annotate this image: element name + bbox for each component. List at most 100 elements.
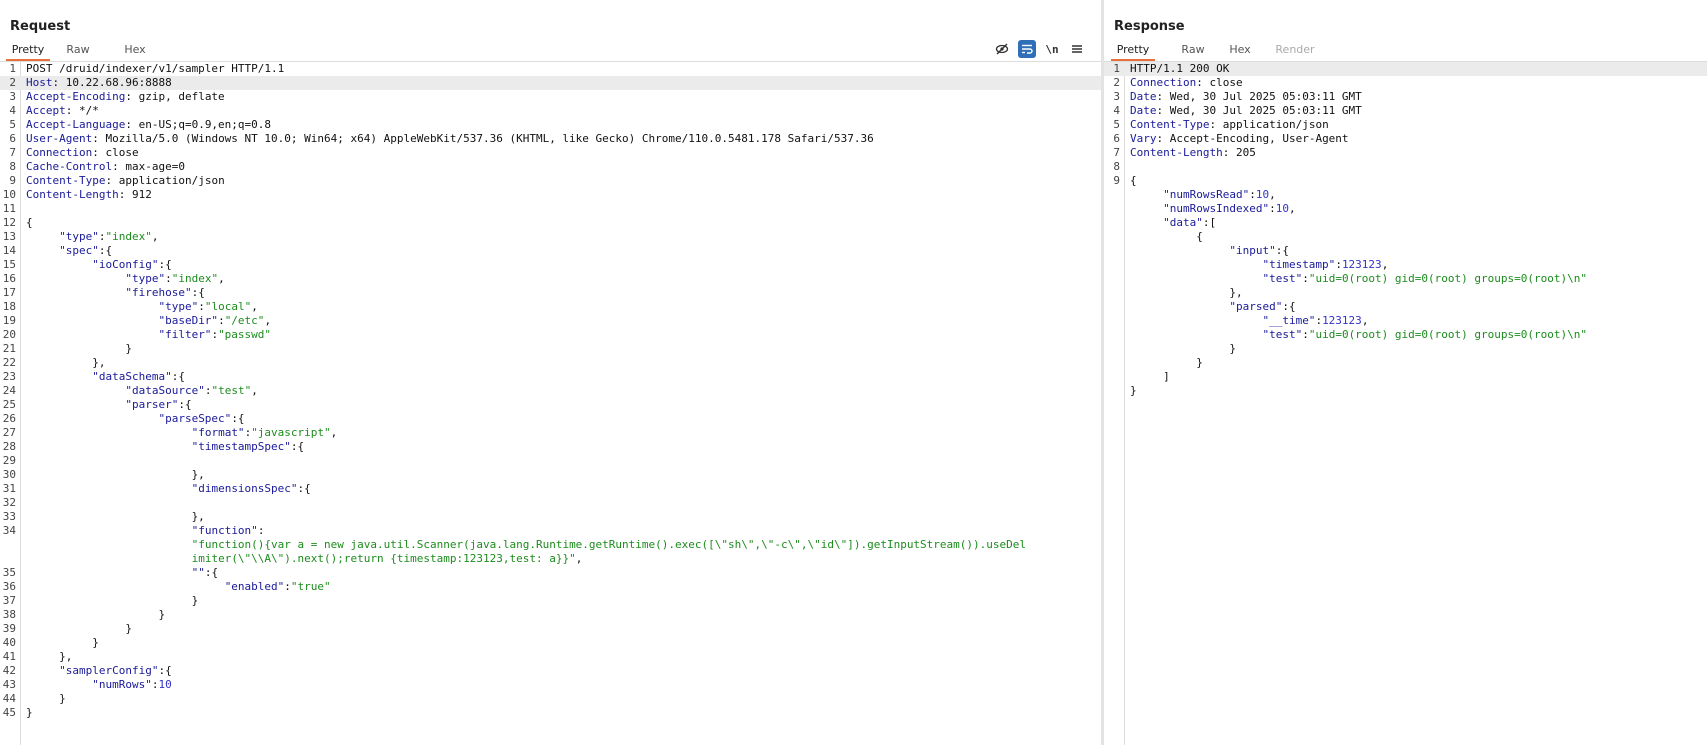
line-number: 23 [2,370,16,383]
code-token: "input" [1229,244,1276,257]
code-token: "uid=0(root) gid=0(root) groups=0(root)\… [1308,328,1587,341]
code-token: : close [92,146,139,159]
request-code-line: 36 "enabled":"true" [0,580,1101,594]
line-number: 8 [9,160,16,173]
request-editor[interactable]: 1 POST /druid/indexer/v1/sampler HTTP/1.1… [0,62,1101,720]
code-token: "timestampSpec" [191,440,291,453]
code-token: { [1130,230,1203,243]
response-tab-hex[interactable]: Hex [1225,42,1255,61]
line-text: "":{ [26,566,219,580]
code-token: "baseDir" [158,314,219,327]
line-text: } [26,636,99,650]
eye-off-icon[interactable] [993,40,1011,58]
request-code-line: 25 "parser":{ [0,398,1101,412]
request-tab-hex[interactable]: Hex [120,42,150,61]
code-token: POST /druid/indexer/v1/sampler HTTP/1.1 [26,62,285,75]
line-number: 1 [9,62,16,75]
line-text: { [1130,230,1203,244]
line-text: "numRows":10 [26,678,171,692]
code-token: } [26,706,33,719]
request-code-line: 24 "dataSource":"test", [0,384,1101,398]
code-token: } [1130,384,1137,397]
response-code-line: 1 HTTP/1.1 200 OK [1104,62,1707,76]
line-text: Connection: close [1130,76,1243,90]
code-token: : gzip, deflate [125,90,225,103]
menu-icon[interactable] [1068,40,1086,58]
code-token: Accept-Encoding [26,90,126,103]
line-number: 37 [2,594,16,607]
line-number: 38 [2,608,16,621]
code-token: : [257,524,265,537]
request-code-line: 14 "spec":{ [0,244,1101,258]
code-token: , [1381,258,1389,271]
request-code-line: 42 "samplerConfig":{ [0,664,1101,678]
code-token: "type" [158,300,199,313]
line-text: Content-Type: application/json [1130,118,1329,132]
code-token: : [1269,202,1276,215]
code-token: } [26,594,199,607]
request-tab-raw[interactable]: Raw [62,42,94,61]
code-token: : application/json [105,174,225,187]
line-text: } [26,692,66,706]
line-text: "type":"local", [26,300,258,314]
code-token: , [251,300,258,313]
request-code-line: 6 User-Agent: Mozilla/5.0 (Windows NT 10.… [0,132,1101,146]
line-text: Host: 10.22.68.96:8888 [26,76,172,90]
code-token: "spec" [59,244,99,257]
line-number: 34 [2,524,16,537]
request-toolbar: \n [993,40,1093,58]
line-number: 18 [2,300,16,313]
response-code-line: "numRowsRead":10, [1104,188,1707,202]
request-code-line: 40 } [0,636,1101,650]
code-token: 123123 [1322,314,1362,327]
line-text: Accept-Encoding: gzip, deflate [26,90,225,104]
request-code-line: imiter(\"\\A\").next();return {timestamp… [0,552,1101,566]
code-token: , [151,230,159,243]
code-token: :{ [191,286,205,299]
code-token: : 205 [1222,146,1256,159]
newline-icon[interactable]: \n [1043,40,1061,58]
code-token: : [1335,258,1342,271]
code-token: "type" [59,230,99,243]
line-text: "format":"javascript", [26,426,338,440]
line-number: 28 [2,440,16,453]
line-text: }, [26,356,105,370]
line-text: "__time":123123, [1130,314,1368,328]
response-viewer[interactable]: 1 HTTP/1.1 200 OK 2 Connection: close 3 Date:… [1104,62,1707,398]
code-token: "type" [125,272,166,285]
request-code-line: 31 "dimensionsSpec":{ [0,482,1101,496]
wrap-lines-icon[interactable] [1018,40,1036,58]
request-code-line: 16 "type":"index", [0,272,1101,286]
request-code-line: 27 "format":"javascript", [0,426,1101,440]
line-number: 6 [1113,132,1120,145]
line-text: "parser":{ [26,398,192,412]
response-tab-render[interactable]: Render [1273,42,1317,61]
line-text: "numRowsRead":10, [1130,188,1276,202]
line-number: 8 [1113,160,1120,173]
code-token: "parseSpec" [158,412,232,425]
request-tab-pretty[interactable]: Pretty [6,42,50,61]
code-token: "local" [204,300,252,313]
code-token: Date [1130,90,1157,103]
line-number: 20 [2,328,16,341]
code-token: :{ [231,412,245,425]
line-text: "function": [26,524,265,538]
line-number: 43 [2,678,16,691]
response-pane: Response Pretty Raw Hex Render 1 HTTP/1.1… [1104,0,1707,745]
line-text: Connection: close [26,146,139,160]
code-token: Connection [26,146,93,159]
response-tab-pretty[interactable]: Pretty [1111,42,1155,61]
code-token: :{ [178,398,192,411]
line-text: "ioConfig":{ [26,258,171,272]
code-token: : [284,580,291,593]
line-text: "timestamp":123123, [1130,258,1388,272]
response-tab-raw[interactable]: Raw [1177,42,1209,61]
response-code-line: { [1104,230,1707,244]
